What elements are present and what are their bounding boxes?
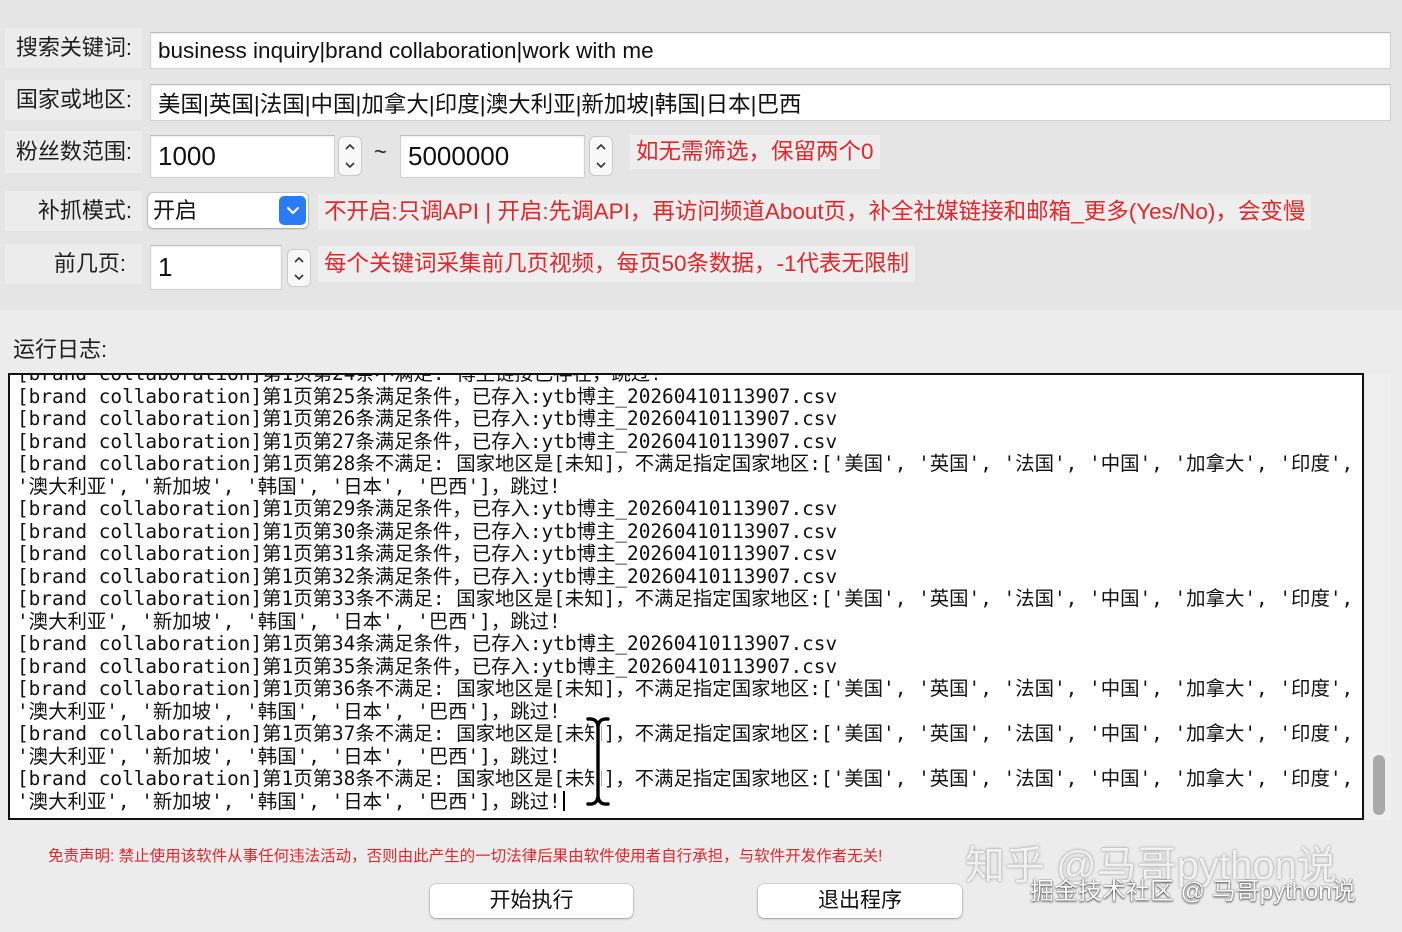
chevron-up-icon[interactable] xyxy=(339,137,361,156)
log-line-text: [brand collaboration]第1页第30条满足条件，已存入:ytb… xyxy=(17,519,838,543)
chevron-up-icon[interactable] xyxy=(288,250,310,268)
log-line-text: [brand collaboration]第1页第26条满足条件，已存入:ytb… xyxy=(17,407,838,430)
settings-frame: 搜索关键词: 国家或地区: 粉丝数范围: ~ 如无需筛选，保留两个0 xyxy=(0,0,1402,310)
pages-stepper[interactable] xyxy=(287,249,311,287)
log-line: [brand collaboration]第1页第37条不满足: 国家地区是[未… xyxy=(17,722,1354,768)
log-line-text: [brand collaboration]第1页第24条不满足: 博主链接已存在… xyxy=(17,373,662,385)
chevron-down-icon[interactable] xyxy=(590,156,612,175)
supplement-hint: 不开启:只调API | 开启:先调API，再访问频道About页，补全社媒链接和… xyxy=(318,194,1312,230)
log-line: [brand collaboration]第1页第31条满足条件，已存入:ytb… xyxy=(17,542,1354,566)
text-caret xyxy=(562,790,565,811)
followers-min-stepper[interactable] xyxy=(338,136,362,176)
log-line: [brand collaboration]第1页第28条不满足: 国家地区是[未… xyxy=(17,452,1354,498)
log-line-text: [brand collaboration]第1页第34条满足条件，已存入:ytb… xyxy=(17,632,838,655)
keywords-label: 搜索关键词: xyxy=(5,28,142,68)
log-line-text: [brand collaboration]第1页第33条不满足: 国家地区是[未… xyxy=(17,587,1364,633)
log-line-text: [brand collaboration]第1页第36条不满足: 国家地区是[未… xyxy=(17,677,1364,723)
supplement-mode-select[interactable]: 开启 xyxy=(148,193,308,228)
log-line-text: [brand collaboration]第1页第29条满足条件，已存入:ytb… xyxy=(17,497,838,520)
log-line-text: [brand collaboration]第1页第35条满足条件，已存入:ytb… xyxy=(17,654,838,678)
range-separator: ~ xyxy=(374,139,387,164)
followers-max-input[interactable] xyxy=(400,135,585,178)
pages-label: 前几页: xyxy=(5,244,142,284)
chevron-down-icon[interactable] xyxy=(339,156,361,175)
log-line: [brand collaboration]第1页第36条不满足: 国家地区是[未… xyxy=(17,677,1354,723)
followers-min-input[interactable] xyxy=(150,135,335,178)
keywords-input[interactable] xyxy=(150,32,1391,69)
chevron-down-icon[interactable] xyxy=(279,196,306,225)
log-line: [brand collaboration]第1页第30条满足条件，已存入:ytb… xyxy=(17,519,1354,544)
supplement-label: 补抓模式: xyxy=(5,191,142,231)
log-text-area[interactable]: [brand collaboration]第1页第24条不满足: 博主链接已存在… xyxy=(8,373,1364,820)
disclaimer-text: 免责声明: 禁止使用该软件从事任何违法活动，否则由此产生的一切法律后果由软件使用… xyxy=(48,848,883,865)
supplement-mode-value: 开启 xyxy=(153,198,198,223)
regions-input[interactable] xyxy=(150,84,1391,121)
followers-max-stepper[interactable] xyxy=(589,136,613,176)
log-line: [brand collaboration]第1页第26条满足条件，已存入:ytb… xyxy=(17,407,1354,431)
log-line: [brand collaboration]第1页第33条不满足: 国家地区是[未… xyxy=(17,587,1354,633)
followers-label: 粉丝数范围: xyxy=(5,131,142,173)
log-line-text: [brand collaboration]第1页第28条不满足: 国家地区是[未… xyxy=(17,452,1364,498)
log-line: [brand collaboration]第1页第35条满足条件，已存入:ytb… xyxy=(17,654,1354,679)
log-scrollbar-thumb[interactable] xyxy=(1373,755,1385,815)
log-line-text: [brand collaboration]第1页第27条满足条件，已存入:ytb… xyxy=(17,429,838,453)
log-scrollbar[interactable] xyxy=(1366,373,1391,820)
ibeam-cursor-icon xyxy=(583,715,613,808)
pages-hint: 每个关键词采集前几页视频，每页50条数据，-1代表无限制 xyxy=(318,246,916,282)
log-line: [brand collaboration]第1页第34条满足条件，已存入:ytb… xyxy=(17,632,1354,656)
log-line-text: [brand collaboration]第1页第37条不满足: 国家地区是[未… xyxy=(17,722,1364,768)
app-window: 搜索关键词: 国家或地区: 粉丝数范围: ~ 如无需筛选，保留两个0 xyxy=(0,0,1402,932)
log-line: [brand collaboration]第1页第29条满足条件，已存入:ytb… xyxy=(17,497,1354,521)
chevron-down-icon[interactable] xyxy=(288,268,310,286)
exit-button[interactable]: 退出程序 xyxy=(758,884,962,918)
regions-label: 国家或地区: xyxy=(5,80,142,120)
log-label: 运行日志: xyxy=(13,337,108,362)
log-line-text: [brand collaboration]第1页第25条满足条件，已存入:ytb… xyxy=(17,384,838,408)
followers-hint: 如无需筛选，保留两个0 xyxy=(630,135,880,169)
log-line-text: [brand collaboration]第1页第32条满足条件，已存入:ytb… xyxy=(17,564,838,588)
log-line: [brand collaboration]第1页第27条满足条件，已存入:ytb… xyxy=(17,429,1354,454)
log-line: [brand collaboration]第1页第32条满足条件，已存入:ytb… xyxy=(17,564,1354,589)
log-line-text: [brand collaboration]第1页第38条不满足: 国家地区是[未… xyxy=(17,767,1364,813)
start-button[interactable]: 开始执行 xyxy=(430,884,633,918)
log-line: [brand collaboration]第1页第25条满足条件，已存入:ytb… xyxy=(17,384,1354,409)
log-line-text: [brand collaboration]第1页第31条满足条件，已存入:ytb… xyxy=(17,542,838,565)
chevron-up-icon[interactable] xyxy=(590,137,612,156)
juejin-watermark: 掘金技术社区 @ 马哥python说 xyxy=(1030,878,1356,905)
pages-input[interactable] xyxy=(150,245,282,290)
log-line: [brand collaboration]第1页第38条不满足: 国家地区是[未… xyxy=(17,767,1354,813)
